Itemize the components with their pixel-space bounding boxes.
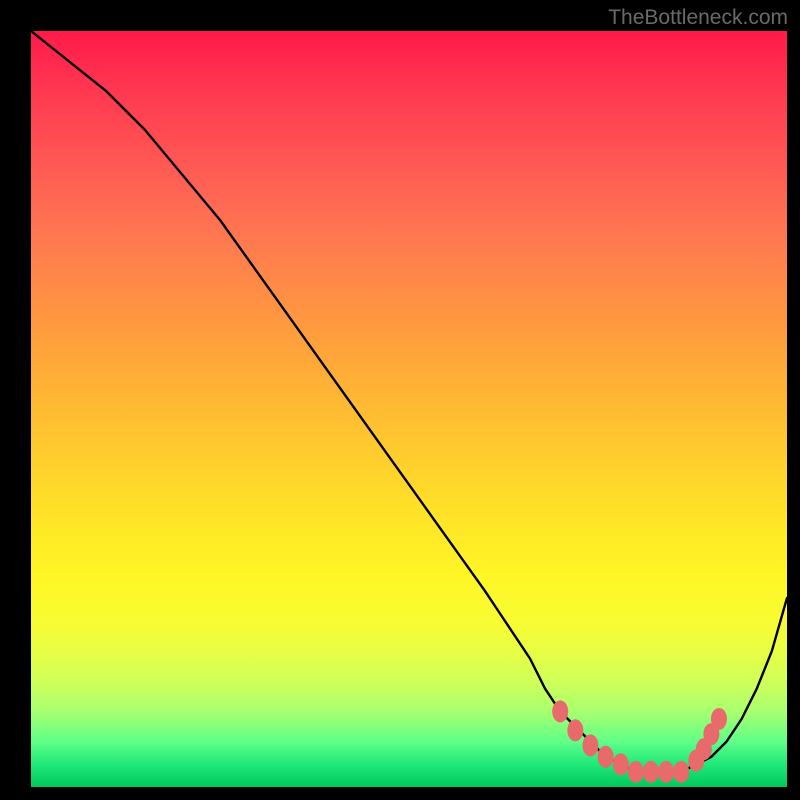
marker-dot <box>658 761 674 783</box>
marker-dot <box>567 719 583 741</box>
marker-dot <box>673 761 689 783</box>
marker-dot <box>643 761 659 783</box>
bottleneck-curve-line <box>31 31 787 772</box>
marker-dot <box>552 700 568 722</box>
marker-dot <box>711 708 727 730</box>
highlight-markers <box>552 700 727 782</box>
watermark-text: TheBottleneck.com <box>608 6 788 30</box>
marker-dot <box>582 734 598 756</box>
chart-svg <box>31 31 787 787</box>
chart-container <box>31 31 787 787</box>
marker-dot <box>628 761 644 783</box>
marker-dot <box>613 753 629 775</box>
marker-dot <box>598 746 614 768</box>
